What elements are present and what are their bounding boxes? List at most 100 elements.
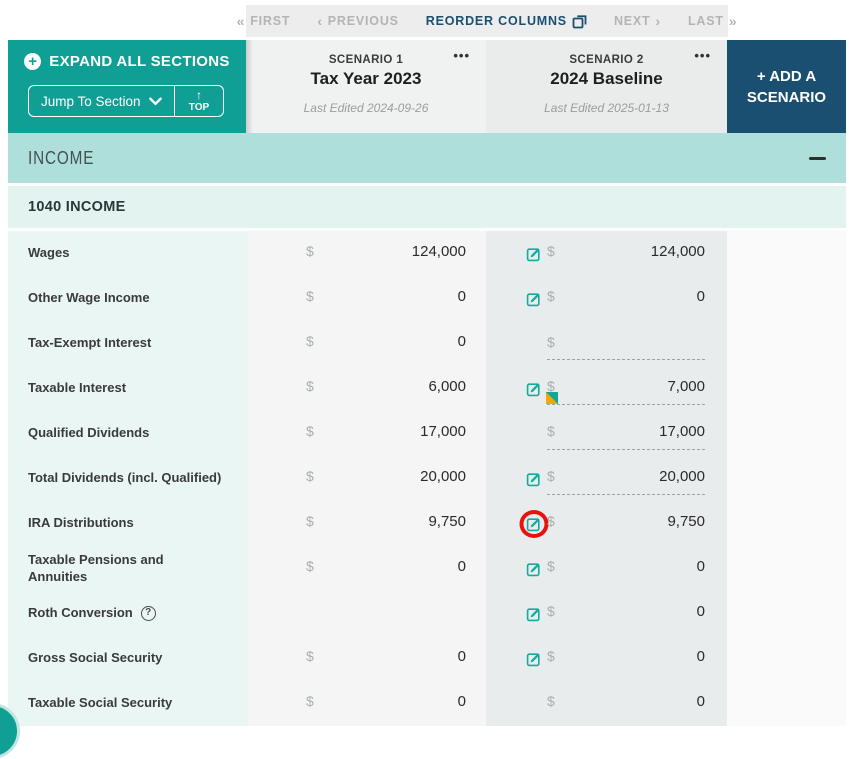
scenario2-cell: $ 0 — [486, 636, 727, 681]
edit-icon[interactable] — [526, 246, 542, 262]
scenario2-cell: $ 9,750 — [486, 501, 727, 546]
dollar-sign: $ — [547, 558, 555, 574]
dollar-sign: $ — [547, 513, 555, 529]
scenario1-value: 0 — [314, 648, 466, 665]
scenario1-cell: $ 0 — [248, 546, 486, 591]
edit-icon-wrap — [526, 471, 542, 487]
changed-value-marker — [546, 392, 558, 404]
scenario1-cell: $ 124,000 — [248, 231, 486, 276]
scenario1-menu-icon[interactable]: ••• — [453, 48, 470, 63]
scenario2-value: 0 — [555, 693, 705, 710]
scenario1-label: SCENARIO 1 — [246, 54, 486, 66]
row-label-text: Tax-Exempt Interest — [28, 335, 151, 351]
reorder-columns-icon — [572, 14, 587, 29]
scenario2-value: 0 — [555, 603, 705, 620]
scenario2-field[interactable]: $ 124,000 — [547, 237, 705, 270]
edit-icon[interactable] — [526, 291, 542, 307]
next-page-button[interactable]: NEXT › — [614, 13, 661, 29]
scenario2-cell: $ 20,000 — [486, 456, 727, 501]
jump-to-section-dropdown[interactable]: Jump To Section — [29, 86, 175, 116]
dollar-sign: $ — [547, 423, 555, 439]
row-label-text: Qualified Dividends — [28, 425, 149, 441]
row-spacer — [727, 546, 846, 591]
scenario1-cell — [248, 591, 486, 636]
row-spacer — [727, 501, 846, 546]
table-row: Qualified Dividends ? $ 17,000 $ 17,000 — [8, 411, 846, 456]
edit-icon[interactable] — [526, 471, 542, 487]
edit-icon-wrap — [526, 561, 542, 577]
scenario2-value: 9,750 — [555, 513, 705, 530]
row-label: Tax-Exempt Interest ? — [28, 335, 151, 351]
scenario1-value: 0 — [314, 558, 466, 575]
subsection-1040-income: 1040 INCOME — [8, 186, 846, 228]
scenario-header-row: + EXPAND ALL SECTIONS Jump To Section ↑ … — [8, 40, 846, 133]
dollar-sign: $ — [547, 693, 555, 709]
collapse-section-icon[interactable] — [809, 157, 826, 160]
edit-icon[interactable] — [526, 651, 542, 667]
table-row: Taxable Pensions and Annuities ? $ 0 $ 0 — [8, 546, 846, 591]
scenario2-field[interactable]: $ — [547, 328, 705, 360]
scenario2-field[interactable]: $ 0 — [547, 687, 705, 720]
row-spacer — [727, 276, 846, 321]
dollar-sign: $ — [306, 513, 314, 529]
scenario1-cell: $ 0 — [248, 636, 486, 681]
dollar-sign: $ — [306, 693, 314, 709]
row-spacer — [727, 636, 846, 681]
row-label-text: Total Dividends (incl. Qualified) — [28, 470, 221, 486]
scenario1-value: 6,000 — [314, 378, 466, 395]
income-section-header[interactable]: INCOME — [8, 133, 846, 183]
dollar-sign: $ — [547, 334, 555, 350]
row-label-text: Roth Conversion — [28, 605, 133, 621]
scenario1-cell: $ 20,000 — [248, 456, 486, 501]
row-label-text: Other Wage Income — [28, 290, 150, 306]
scenario2-field[interactable]: $ 0 — [547, 552, 705, 585]
edit-icon-wrap — [526, 651, 542, 667]
row-spacer — [727, 411, 846, 456]
next-page-icon: › — [656, 13, 661, 29]
scenario2-value: 0 — [555, 288, 705, 305]
dollar-sign: $ — [306, 558, 314, 574]
row-label: Taxable Pensions and Annuities ? — [28, 552, 164, 585]
scenario2-header: SCENARIO 2 ••• 2024 Baseline Last Edited… — [486, 40, 727, 133]
scenario2-field[interactable]: $ 17,000 — [547, 417, 705, 450]
reorder-columns-button[interactable]: REORDER COLUMNS — [426, 14, 587, 29]
scenario2-field[interactable]: $ 20,000 — [547, 462, 705, 495]
help-icon[interactable]: ? — [141, 606, 156, 621]
edit-icon[interactable] — [526, 561, 542, 577]
row-label-text: Taxable Social Security — [28, 695, 172, 711]
scenario2-field[interactable]: $ 0 — [547, 282, 705, 315]
scenario2-field[interactable]: $ 0 — [547, 642, 705, 675]
scenario1-cell: $ 6,000 — [248, 366, 486, 411]
add-scenario-button[interactable]: + ADD A SCENARIO — [727, 40, 846, 133]
scenario2-field[interactable]: $ 9,750 — [547, 507, 705, 540]
scenario2-field[interactable]: $ 0 — [547, 597, 705, 630]
income-table: Wages ? $ 124,000 $ 124,000 — [8, 231, 846, 726]
previous-page-button[interactable]: ‹ PREVIOUS — [317, 13, 398, 29]
scenario1-header: SCENARIO 1 ••• Tax Year 2023 Last Edited… — [246, 40, 486, 133]
scroll-to-top-button[interactable]: ↑ TOP — [175, 86, 223, 116]
edit-icon[interactable] — [526, 606, 542, 622]
table-row: Tax-Exempt Interest ? $ 0 $ — [8, 321, 846, 366]
last-page-icon: » — [729, 13, 738, 29]
dollar-sign: $ — [547, 288, 555, 304]
edit-icon-wrap — [526, 516, 542, 532]
scenario1-value: 9,750 — [314, 513, 466, 530]
edit-icon[interactable] — [526, 516, 542, 532]
dollar-sign: $ — [306, 243, 314, 259]
row-spacer — [727, 231, 846, 276]
scenario2-label: SCENARIO 2 — [486, 54, 727, 66]
edit-icon[interactable] — [526, 381, 542, 397]
last-page-button[interactable]: LAST » — [688, 13, 737, 29]
row-label-text: IRA Distributions — [28, 515, 134, 531]
first-page-button[interactable]: « FIRST — [237, 13, 291, 29]
expand-all-sections-button[interactable]: + EXPAND ALL SECTIONS — [8, 53, 246, 70]
scenario2-field[interactable]: $ 7,000 — [547, 372, 705, 405]
row-label: Taxable Interest ? — [28, 380, 126, 396]
scenario1-cell: $ 17,000 — [248, 411, 486, 456]
scenario2-cell: $ — [486, 321, 727, 366]
table-row: Taxable Social Security ? $ 0 $ 0 — [8, 681, 846, 726]
scenario1-value: 20,000 — [314, 468, 466, 485]
scenario2-menu-icon[interactable]: ••• — [694, 48, 711, 63]
scenario1-value: 124,000 — [314, 243, 466, 260]
subsection-title: 1040 INCOME — [28, 199, 126, 215]
